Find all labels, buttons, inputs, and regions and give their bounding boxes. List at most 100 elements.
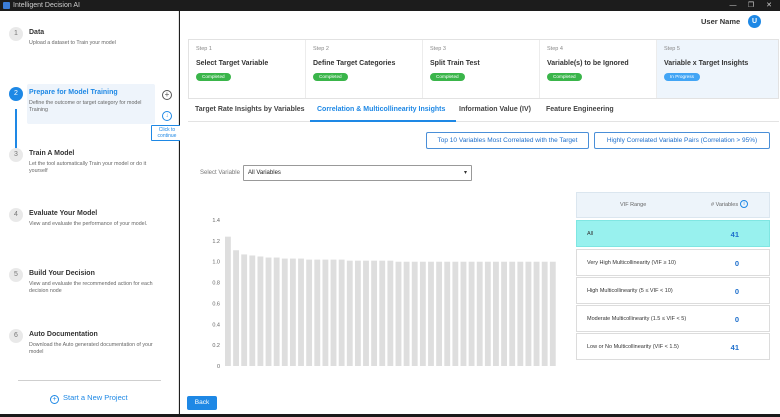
vif-bar[interactable]	[436, 261, 443, 366]
step-card-5[interactable]: Step 5 Variable x Target Insights In Pro…	[657, 40, 778, 98]
vif-bar[interactable]	[257, 256, 264, 367]
vif-bar[interactable]	[403, 261, 410, 366]
avatar[interactable]: U	[748, 15, 761, 28]
vif-row-moderate[interactable]: Moderate Multicollinearity (1.5 ≤ VIF < …	[576, 305, 770, 332]
step-progress: Step 1 Select Target Variable Completed …	[188, 39, 779, 99]
step-name: Select Target Variable	[196, 60, 269, 67]
vif-bar[interactable]	[411, 261, 418, 366]
main-content: User Name U Step 1 Select Target Variabl…	[180, 11, 780, 414]
vif-row-label: Moderate Multicollinearity (1.5 ≤ VIF < …	[587, 316, 687, 322]
variable-select[interactable]: All Variables ▾	[243, 165, 472, 181]
step-card-1[interactable]: Step 1 Select Target Variable Completed	[189, 40, 306, 98]
user-name[interactable]: User Name	[701, 17, 740, 26]
vif-bar[interactable]	[379, 260, 386, 366]
back-button[interactable]: Back	[187, 396, 217, 410]
app-logo-icon	[3, 2, 10, 9]
vif-bar[interactable]	[493, 261, 499, 366]
y-tick-label: 0.4	[212, 322, 220, 328]
vif-bar[interactable]	[501, 261, 507, 366]
vif-row-all[interactable]: All 41	[576, 220, 770, 247]
vif-bar[interactable]	[387, 260, 394, 366]
vif-bar[interactable]	[241, 254, 248, 366]
vif-bar[interactable]	[460, 261, 467, 366]
restore-icon[interactable]: ❐	[745, 1, 757, 10]
vif-bar[interactable]	[476, 261, 483, 366]
minimize-icon[interactable]: —	[727, 1, 739, 10]
vif-bar[interactable]	[298, 258, 304, 366]
step-card-2[interactable]: Step 2 Define Target Categories Complete…	[306, 40, 423, 98]
vif-bar-chart: 0 0.2 0.4 0.6 0.8 1.0 1.2 1.4	[212, 218, 556, 370]
step-description: Download the Auto generated documentatio…	[29, 342, 153, 355]
vif-bar[interactable]	[306, 259, 313, 366]
vif-bar[interactable]	[363, 260, 369, 366]
vif-bar[interactable]	[395, 261, 402, 366]
add-circle-icon[interactable]: +	[162, 90, 172, 100]
step-description: View and evaluate the recommended action…	[29, 281, 153, 294]
vif-bar[interactable]	[525, 261, 532, 366]
vif-bar[interactable]	[330, 259, 337, 366]
vif-row-low[interactable]: Low or No Multicollinearity (VIF < 1.5) …	[576, 333, 770, 360]
vif-row-count: 41	[730, 230, 739, 239]
vif-bar[interactable]	[338, 259, 345, 366]
status-badge: In Progress	[664, 73, 700, 81]
step-description: View and evaluate the performance of you…	[29, 221, 148, 227]
vif-bar[interactable]	[371, 260, 378, 366]
vif-bar[interactable]	[452, 261, 459, 366]
vif-bar[interactable]	[322, 259, 329, 366]
vif-bar[interactable]	[346, 260, 353, 366]
click-to-continue-tooltip[interactable]: Click to continue	[151, 125, 183, 141]
vif-bar[interactable]	[354, 260, 361, 366]
tab-information-value[interactable]: Information Value (IV)	[459, 106, 531, 113]
y-tick-label: 0.6	[212, 301, 220, 307]
info-icon[interactable]: i	[740, 200, 748, 208]
vif-bar[interactable]	[468, 261, 475, 366]
vif-bar[interactable]	[533, 261, 540, 366]
vif-bar[interactable]	[541, 261, 548, 366]
tab-correlation-multicollinearity[interactable]: Correlation & Multicollinearity Insights	[317, 106, 445, 113]
continue-arrow-icon[interactable]: ↓	[162, 111, 172, 121]
highly-correlated-pairs-button[interactable]: Highly Correlated Variable Pairs (Correl…	[594, 132, 770, 149]
vif-bar[interactable]	[517, 261, 524, 366]
step-description: Define the outcome or target category fo…	[29, 100, 142, 113]
vif-bar[interactable]	[281, 258, 288, 366]
vif-bar[interactable]	[265, 257, 272, 366]
status-badge: Completed	[430, 73, 465, 81]
vif-bar[interactable]	[419, 261, 426, 366]
y-tick-label: 1.0	[212, 260, 220, 266]
select-value: All Variables	[248, 170, 281, 176]
close-icon[interactable]: ✕	[763, 1, 775, 10]
vif-bar[interactable]	[225, 236, 231, 366]
vif-bar[interactable]	[289, 258, 296, 366]
vif-bar[interactable]	[273, 257, 280, 366]
status-badge: Completed	[313, 73, 348, 81]
vif-bar[interactable]	[444, 261, 451, 366]
step-title: Data	[29, 29, 45, 36]
top-10-correlated-button[interactable]: Top 10 Variables Most Correlated with th…	[426, 132, 589, 149]
y-tick-label: 0	[217, 364, 220, 370]
vif-bar[interactable]	[428, 261, 434, 366]
insight-tabs: Target Rate Insights by Variables Correl…	[188, 100, 779, 122]
vif-row-high[interactable]: High Multicollinearity (5 ≤ VIF < 10) 0	[576, 277, 770, 304]
step-number: 4	[9, 208, 23, 222]
vif-bar[interactable]	[509, 261, 516, 366]
vif-range-header: VIF Range	[620, 202, 647, 208]
vif-bar[interactable]	[549, 261, 556, 366]
vif-bar[interactable]	[484, 261, 491, 366]
step-description: Let the tool automatically Train your mo…	[29, 161, 147, 174]
vif-bar[interactable]	[249, 255, 256, 366]
tab-target-rate-insights[interactable]: Target Rate Insights by Variables	[195, 106, 305, 113]
step-label: Step 5	[664, 46, 680, 52]
step-card-4[interactable]: Step 4 Variable(s) to be Ignored Complet…	[540, 40, 657, 98]
step-title: Auto Documentation	[29, 331, 98, 338]
step-name: Variable x Target Insights	[664, 60, 749, 67]
new-project-button[interactable]: + Start a New Project	[50, 393, 128, 404]
tab-feature-engineering[interactable]: Feature Engineering	[546, 106, 614, 113]
vif-bar[interactable]	[314, 259, 321, 366]
vif-bar[interactable]	[233, 250, 239, 366]
step-card-3[interactable]: Step 3 Split Train Test Completed	[423, 40, 540, 98]
step-number: 1	[9, 27, 23, 41]
vif-row-very-high[interactable]: Very High Multicollinearity (VIF ≥ 10) 0	[576, 249, 770, 276]
vif-row-count: 0	[734, 287, 739, 296]
step-title: Build Your Decision	[29, 270, 95, 277]
vif-row-label: Low or No Multicollinearity (VIF < 1.5)	[587, 344, 679, 350]
